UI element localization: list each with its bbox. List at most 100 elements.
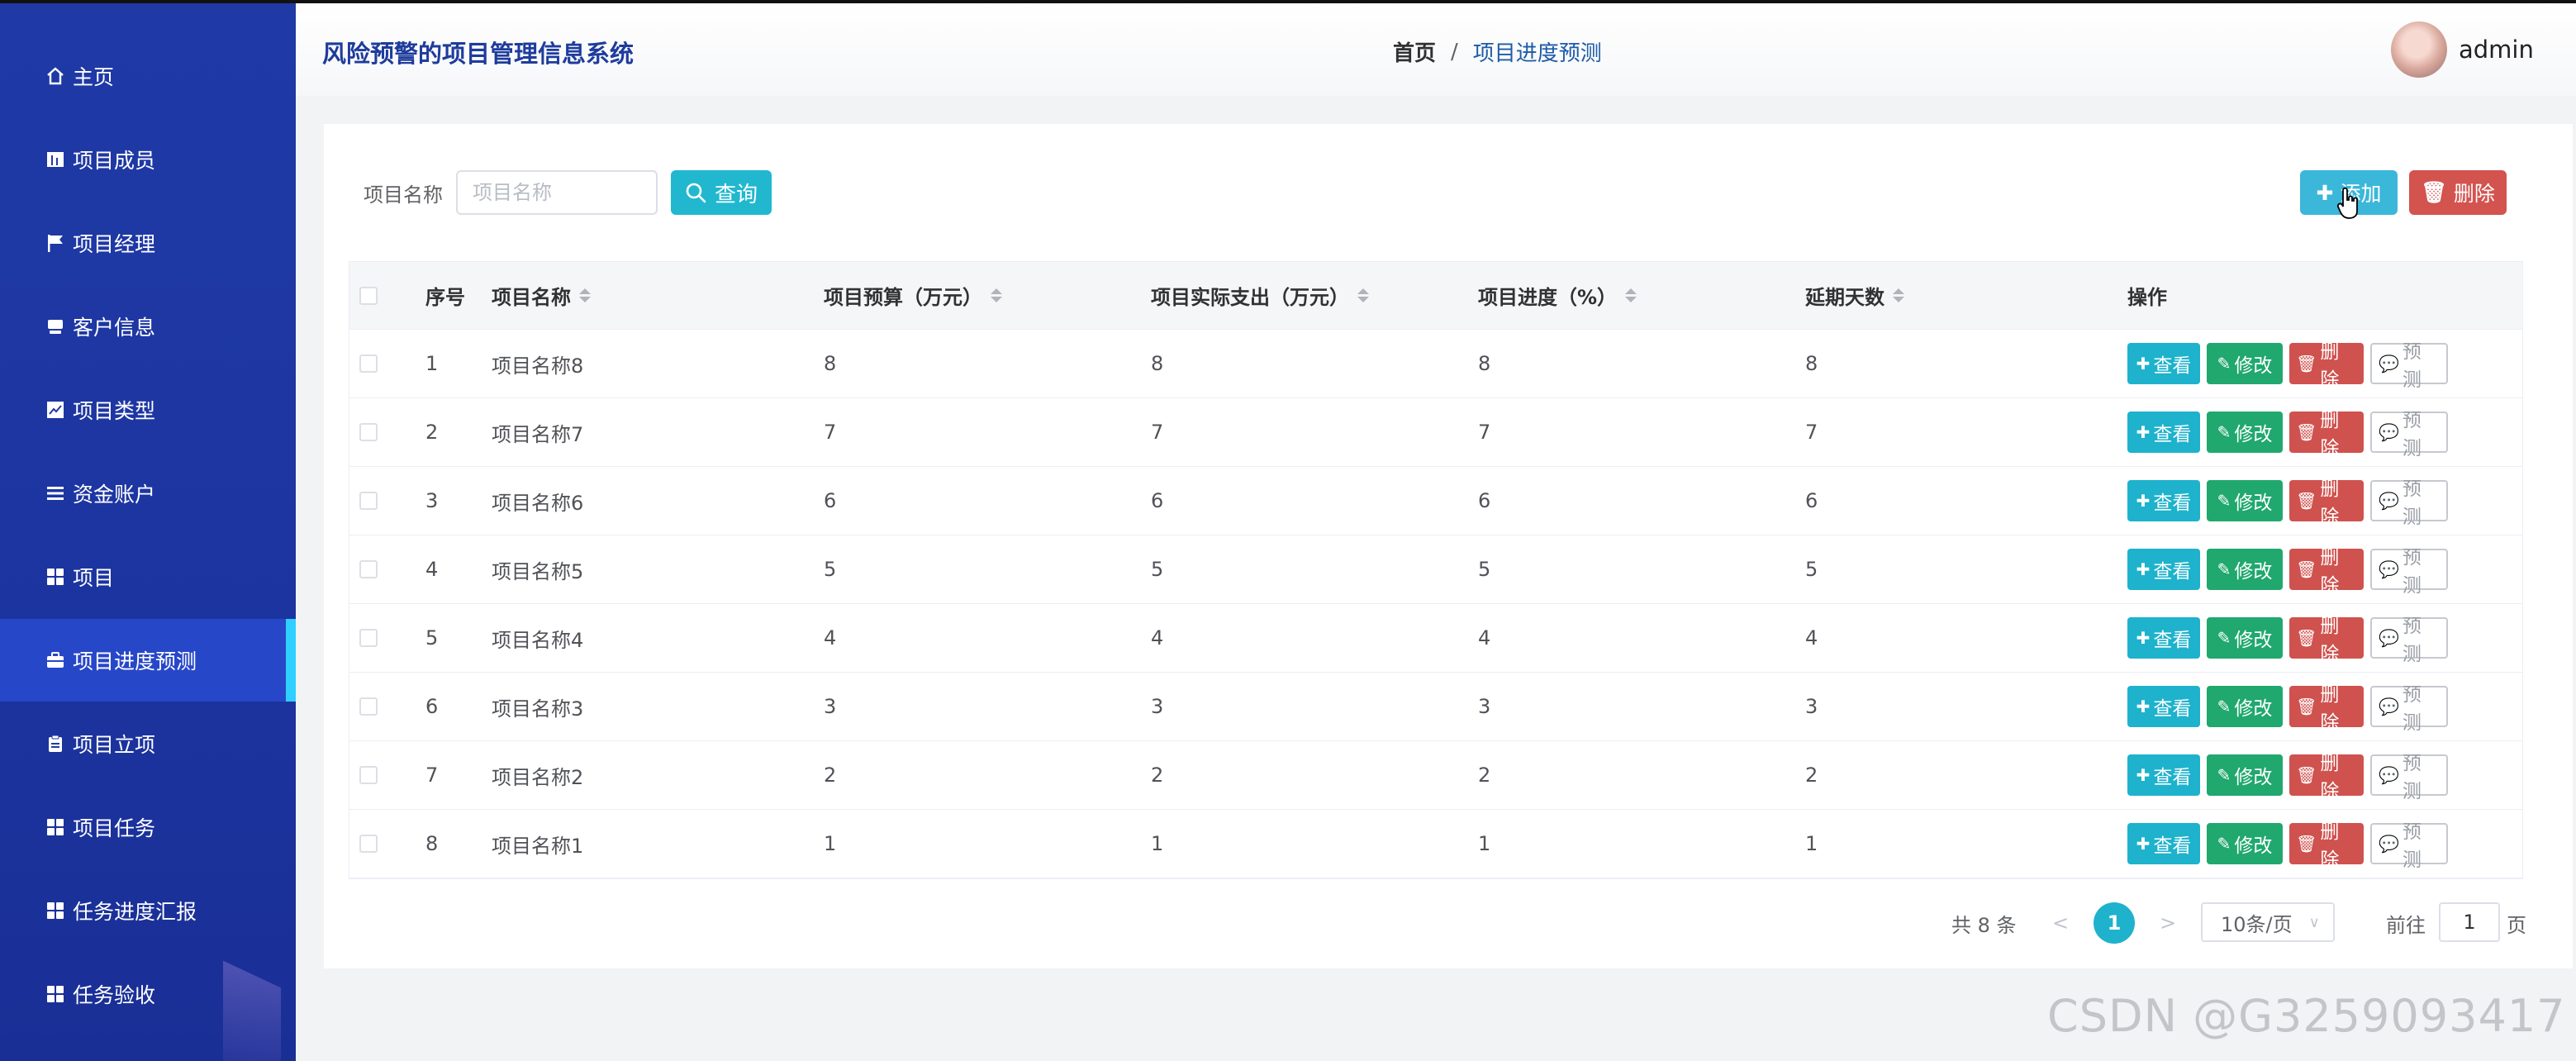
query-button[interactable]: 查询: [671, 170, 772, 215]
user-name[interactable]: admin: [2459, 36, 2534, 64]
delete-button[interactable]: 🗑 删除: [2289, 410, 2364, 459]
predict-button[interactable]: 💬 预测: [2370, 684, 2448, 734]
delete-button[interactable]: 🗑 删除: [2289, 821, 2364, 871]
predict-button[interactable]: 💬 预测: [2370, 478, 2448, 528]
sidebar-item-6[interactable]: 项目: [0, 535, 296, 618]
table-row[interactable]: 6 项目名称3 3 3 3 3 ✚ 查看 ✎ 修改 🗑 删除 💬 预测: [349, 673, 2522, 741]
page-size-select[interactable]: 10条/页 ∨: [2201, 902, 2335, 942]
avatar[interactable]: [2391, 21, 2447, 78]
batch-delete-button[interactable]: 🗑 删除: [2409, 170, 2507, 215]
sort-icon[interactable]: [1893, 288, 1904, 302]
row-checkbox[interactable]: [359, 330, 378, 397]
table-row[interactable]: 2 项目名称7 7 7 7 7 ✚ 查看 ✎ 修改 🗑 删除 💬 预测: [349, 398, 2522, 467]
view-button[interactable]: ✚ 查看: [2127, 343, 2200, 384]
predict-button[interactable]: 💬 预测: [2370, 753, 2448, 802]
sidebar-item-3[interactable]: 客户信息: [0, 285, 296, 368]
view-button[interactable]: ✚ 查看: [2127, 686, 2200, 727]
row-checkbox[interactable]: [359, 741, 378, 809]
pagination-next-button[interactable]: >: [2160, 902, 2176, 944]
sort-icon[interactable]: [1357, 288, 1369, 302]
header-actual-spend[interactable]: 项目实际支出（万元）: [1151, 262, 1369, 329]
sidebar: 主页 项目成员 项目经理 客户信息 项目类型 资金账户 项目 项目进度预测 项目立项 项目任务 任务…: [0, 3, 296, 1061]
edit-button[interactable]: ✎ 修改: [2207, 480, 2283, 521]
select-all-checkbox[interactable]: [359, 262, 378, 329]
view-button[interactable]: ✚ 查看: [2127, 412, 2200, 453]
table-row[interactable]: 7 项目名称2 2 2 2 2 ✚ 查看 ✎ 修改 🗑 删除 💬 预测: [349, 741, 2522, 810]
delete-button[interactable]: 🗑 删除: [2289, 616, 2364, 665]
row-progress: 5: [1478, 558, 1491, 581]
search-icon: [686, 183, 706, 203]
predict-button[interactable]: 💬 预测: [2370, 341, 2448, 391]
predict-button[interactable]: 💬 预测: [2370, 616, 2448, 665]
table-row[interactable]: 8 项目名称1 1 1 1 1 ✚ 查看 ✎ 修改 🗑 删除 💬 预测: [349, 810, 2522, 878]
sort-icon[interactable]: [991, 288, 1002, 302]
view-button[interactable]: ✚ 查看: [2127, 480, 2200, 521]
table-row[interactable]: 3 项目名称6 6 6 6 6 ✚ 查看 ✎ 修改 🗑 删除 💬 预测: [349, 467, 2522, 535]
delete-button[interactable]: 🗑 删除: [2289, 547, 2364, 597]
sidebar-item-7[interactable]: 项目进度预测: [0, 619, 296, 702]
row-actions: ✚ 查看 ✎ 修改 🗑 删除 💬 预测: [2127, 673, 2448, 740]
pagination-prev-button[interactable]: <: [2052, 902, 2069, 944]
predict-button[interactable]: 💬 预测: [2370, 547, 2448, 597]
sidebar-item-5[interactable]: 资金账户: [0, 452, 296, 535]
row-project-name: 项目名称3: [492, 697, 584, 721]
header-budget[interactable]: 项目预算（万元）: [824, 262, 1002, 329]
sort-icon[interactable]: [1625, 288, 1637, 302]
delete-button[interactable]: 🗑 删除: [2289, 341, 2364, 391]
pagination-page-1[interactable]: 1: [2094, 902, 2135, 944]
table-row[interactable]: 1 项目名称8 8 8 8 8 ✚ 查看 ✎ 修改 🗑 删除 💬 预测: [349, 330, 2522, 398]
sidebar-item-1[interactable]: 项目成员: [0, 118, 296, 201]
row-checkbox[interactable]: [359, 673, 378, 740]
briefcase-icon: [45, 649, 66, 671]
header-project-name[interactable]: 项目名称: [492, 262, 591, 329]
predict-button[interactable]: 💬 预测: [2370, 821, 2448, 871]
sidebar-item-0[interactable]: 主页: [0, 35, 296, 117]
row-checkbox[interactable]: [359, 604, 378, 672]
edit-button[interactable]: ✎ 修改: [2207, 823, 2283, 864]
predict-button[interactable]: 💬 预测: [2370, 410, 2448, 459]
delete-label: 删除: [2320, 547, 2340, 597]
row-actions: ✚ 查看 ✎ 修改 🗑 删除 💬 预测: [2127, 535, 2448, 603]
project-name-search-input[interactable]: [456, 170, 658, 215]
edit-button[interactable]: ✎ 修改: [2207, 754, 2283, 796]
delete-button[interactable]: 🗑 删除: [2289, 478, 2364, 528]
delete-button[interactable]: 🗑 删除: [2289, 753, 2364, 802]
sidebar-item-4[interactable]: 项目类型: [0, 369, 296, 451]
trash-icon: 🗑: [2296, 491, 2317, 511]
row-budget: 4: [824, 626, 837, 649]
sidebar-item-2[interactable]: 项目经理: [0, 202, 296, 284]
row-checkbox[interactable]: [359, 398, 378, 466]
message-icon: 💬: [2379, 422, 2399, 442]
edit-button[interactable]: ✎ 修改: [2207, 549, 2283, 590]
header-progress[interactable]: 项目进度（%）: [1478, 262, 1637, 329]
sidebar-item-11[interactable]: 任务验收: [0, 953, 296, 1035]
sidebar-item-9[interactable]: 项目任务: [0, 786, 296, 868]
breadcrumb-home[interactable]: 首页: [1393, 36, 1436, 67]
user-menu[interactable]: admin: [2391, 21, 2534, 78]
edit-button[interactable]: ✎ 修改: [2207, 686, 2283, 727]
sidebar-item-8[interactable]: 项目立项: [0, 702, 296, 785]
view-button[interactable]: ✚ 查看: [2127, 754, 2200, 796]
view-button[interactable]: ✚ 查看: [2127, 617, 2200, 659]
goto-page-input[interactable]: 1: [2439, 902, 2500, 942]
sort-icon[interactable]: [579, 288, 591, 302]
row-checkbox[interactable]: [359, 535, 378, 603]
search-label: 项目名称: [364, 183, 443, 207]
delete-label: 删除: [2320, 478, 2340, 528]
header-delay-days[interactable]: 延期天数: [1805, 262, 1904, 329]
sidebar-item-10[interactable]: 任务进度汇报: [0, 869, 296, 952]
delete-button[interactable]: 🗑 删除: [2289, 684, 2364, 734]
edit-button[interactable]: ✎ 修改: [2207, 412, 2283, 453]
sidebar-item-label: 项目: [73, 566, 115, 590]
view-button[interactable]: ✚ 查看: [2127, 549, 2200, 590]
row-checkbox[interactable]: [359, 810, 378, 878]
table-row[interactable]: 4 项目名称5 5 5 5 5 ✚ 查看 ✎ 修改 🗑 删除 💬 预测: [349, 535, 2522, 604]
view-label: 查看: [2153, 698, 2192, 720]
edit-button[interactable]: ✎ 修改: [2207, 343, 2283, 384]
edit-button[interactable]: ✎ 修改: [2207, 617, 2283, 659]
row-checkbox[interactable]: [359, 467, 378, 535]
edit-label: 修改: [2234, 355, 2273, 377]
view-button[interactable]: ✚ 查看: [2127, 823, 2200, 864]
table-row[interactable]: 5 项目名称4 4 4 4 4 ✚ 查看 ✎ 修改 🗑 删除 💬 预测: [349, 604, 2522, 673]
trash-icon: 🗑: [2296, 422, 2317, 442]
